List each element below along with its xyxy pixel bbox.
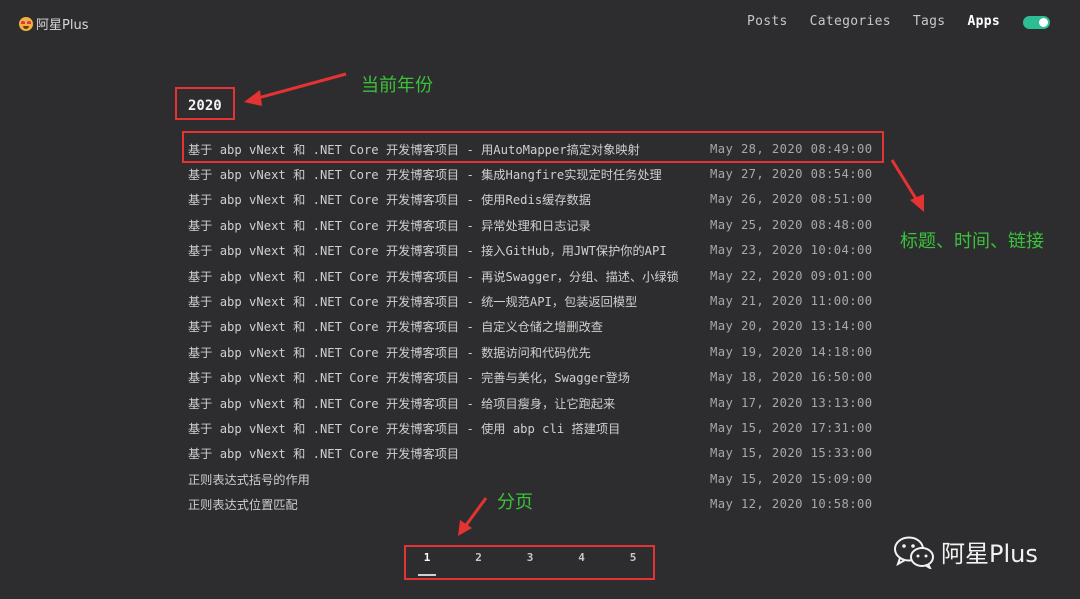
pagination: 1 2 3 4 5 <box>416 551 674 576</box>
post-row: 基于 abp vNext 和 .NET Core 开发博客项目 - 使用 abp… <box>188 415 878 440</box>
page-1[interactable]: 1 <box>416 551 438 576</box>
post-row: 基于 abp vNext 和 .NET Core 开发博客项目 May 15, 2… <box>188 441 878 466</box>
post-row: 基于 abp vNext 和 .NET Core 开发博客项目 - 使用Redi… <box>188 187 878 212</box>
post-time: May 15, 2020 15:09:00 <box>710 471 873 486</box>
nav-posts[interactable]: Posts <box>747 14 788 29</box>
site-header: 阿星Plus Posts Categories Tags Apps <box>0 0 1080 46</box>
post-title-link[interactable]: 基于 abp vNext 和 .NET Core 开发博客项目 <box>188 444 710 462</box>
post-time: May 19, 2020 14:18:00 <box>710 344 873 359</box>
post-title-link[interactable]: 基于 abp vNext 和 .NET Core 开发博客项目 - 自定义仓储之… <box>188 317 710 335</box>
post-row: 正则表达式位置匹配 May 12, 2020 10:58:00 <box>188 491 878 516</box>
page-4[interactable]: 4 <box>571 551 593 570</box>
post-title-link[interactable]: 基于 abp vNext 和 .NET Core 开发博客项目 - 接入GitH… <box>188 241 710 259</box>
post-row: 基于 abp vNext 和 .NET Core 开发博客项目 - 完善与美化，… <box>188 365 878 390</box>
brand-link[interactable]: 阿星Plus <box>19 14 88 33</box>
brand-name: 阿星Plus <box>36 18 89 33</box>
post-time: May 17, 2020 13:13:00 <box>710 395 873 410</box>
post-time: May 12, 2020 10:58:00 <box>710 497 873 512</box>
post-title-link[interactable]: 基于 abp vNext 和 .NET Core 开发博客项目 - 数据访问和代… <box>188 343 710 361</box>
post-time: May 15, 2020 15:33:00 <box>710 446 873 461</box>
post-time: May 20, 2020 13:14:00 <box>710 319 873 334</box>
page-2[interactable]: 2 <box>468 551 490 570</box>
post-time: May 26, 2020 08:51:00 <box>710 192 873 207</box>
post-row: 基于 abp vNext 和 .NET Core 开发博客项目 - 异常处理和日… <box>188 212 878 237</box>
post-row: 基于 abp vNext 和 .NET Core 开发博客项目 - 给项目瘦身，… <box>188 390 878 415</box>
post-title-link[interactable]: 基于 abp vNext 和 .NET Core 开发博客项目 - 给项目瘦身，… <box>188 394 710 412</box>
post-time: May 18, 2020 16:50:00 <box>710 370 873 385</box>
post-row: 正则表达式括号的作用 May 15, 2020 15:09:00 <box>188 466 878 491</box>
nav-apps[interactable]: Apps <box>967 14 1000 29</box>
star-struck-emoji-icon <box>19 16 33 31</box>
post-list: 基于 abp vNext 和 .NET Core 开发博客项目 - 用AutoM… <box>188 136 878 517</box>
post-title-link[interactable]: 基于 abp vNext 和 .NET Core 开发博客项目 - 再说Swag… <box>188 267 710 285</box>
watermark-text: 阿星Plus <box>941 540 1038 568</box>
arrow-to-year <box>244 72 347 106</box>
post-row: 基于 abp vNext 和 .NET Core 开发博客项目 - 再说Swag… <box>188 263 878 288</box>
page-3[interactable]: 3 <box>519 551 541 570</box>
post-title-link[interactable]: 基于 abp vNext 和 .NET Core 开发博客项目 - 集成Hang… <box>188 165 710 183</box>
post-row: 基于 abp vNext 和 .NET Core 开发博客项目 - 集成Hang… <box>188 161 878 186</box>
wechat-icon <box>894 536 934 569</box>
arrow-to-pager <box>458 497 488 536</box>
post-time: May 15, 2020 17:31:00 <box>710 420 873 435</box>
post-row: 基于 abp vNext 和 .NET Core 开发博客项目 - 统一规范AP… <box>188 288 878 313</box>
annotation-row: 标题、时间、链接 <box>900 231 1044 252</box>
post-row: 基于 abp vNext 和 .NET Core 开发博客项目 - 数据访问和代… <box>188 339 878 364</box>
post-title-link[interactable]: 基于 abp vNext 和 .NET Core 开发博客项目 - 异常处理和日… <box>188 216 710 234</box>
nav-categories[interactable]: Categories <box>810 14 891 29</box>
post-title-link[interactable]: 基于 abp vNext 和 .NET Core 开发博客项目 - 使用 abp… <box>188 419 710 437</box>
post-title-link[interactable]: 正则表达式括号的作用 <box>188 470 710 488</box>
post-time: May 23, 2020 10:04:00 <box>710 243 873 258</box>
watermark: 阿星Plus <box>893 534 1038 569</box>
annotation-pager: 分页 <box>497 492 533 513</box>
post-time: May 25, 2020 08:48:00 <box>710 217 873 232</box>
post-title-link[interactable]: 基于 abp vNext 和 .NET Core 开发博客项目 - 使用Redi… <box>188 190 710 208</box>
toggle-knob <box>1039 18 1048 27</box>
post-time: May 22, 2020 09:01:00 <box>710 268 873 283</box>
post-title-link[interactable]: 基于 abp vNext 和 .NET Core 开发博客项目 - 完善与美化，… <box>188 368 710 386</box>
theme-toggle[interactable] <box>1023 16 1050 29</box>
arrow-to-row <box>890 159 924 212</box>
post-row: 基于 abp vNext 和 .NET Core 开发博客项目 - 自定义仓储之… <box>188 314 878 339</box>
post-time: May 21, 2020 11:00:00 <box>710 294 873 309</box>
post-title-link[interactable]: 正则表达式位置匹配 <box>188 495 710 513</box>
post-title-link[interactable]: 基于 abp vNext 和 .NET Core 开发博客项目 - 统一规范AP… <box>188 292 710 310</box>
nav-tags[interactable]: Tags <box>913 14 946 29</box>
annotation-year: 当前年份 <box>361 75 433 96</box>
year-highlight-box <box>175 87 235 120</box>
post-time: May 27, 2020 08:54:00 <box>710 167 873 182</box>
post-row: 基于 abp vNext 和 .NET Core 开发博客项目 - 接入GitH… <box>188 238 878 263</box>
row-highlight-box <box>182 131 884 163</box>
main-nav: Posts Categories Tags Apps <box>747 14 1022 29</box>
page-5[interactable]: 5 <box>622 551 644 570</box>
